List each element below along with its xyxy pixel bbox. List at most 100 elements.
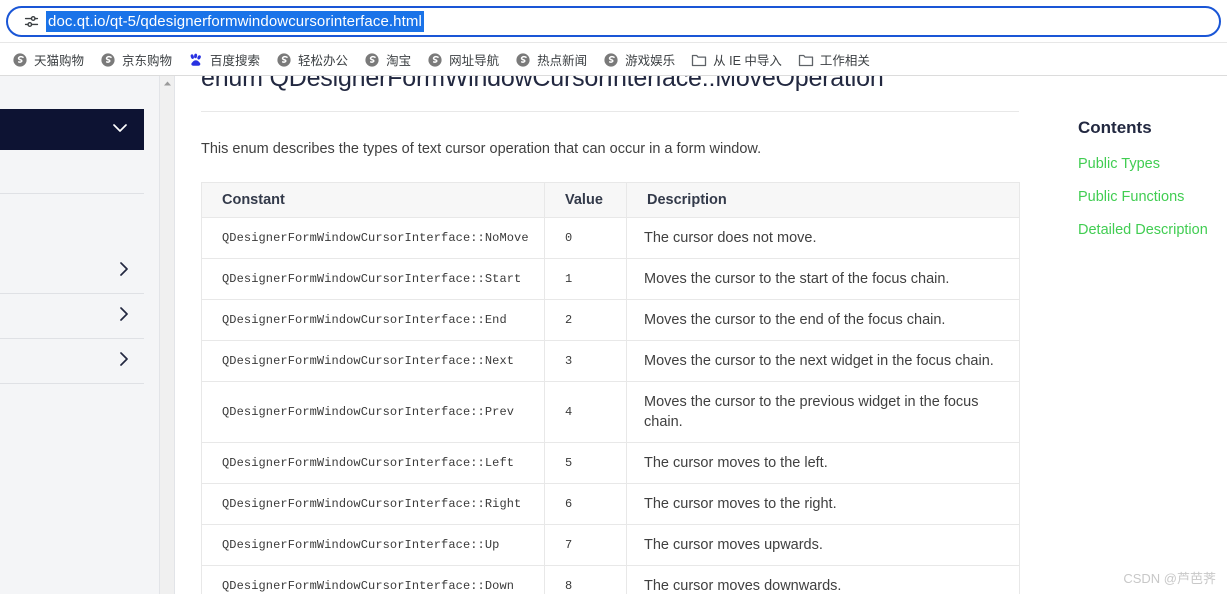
cell-description: The cursor moves to the left. — [626, 442, 1020, 484]
bookmark-item-0[interactable]: 天猫购物 — [4, 47, 92, 72]
globe-icon — [515, 52, 531, 68]
bookmark-item-9-label: 工作相关 — [819, 54, 870, 68]
cell-constant: QDesignerFormWindowCursorInterface::Up — [201, 524, 545, 566]
bookmark-item-1-label: 京东购物 — [122, 54, 173, 68]
cell-value: 6 — [544, 483, 627, 525]
cell-description: The cursor moves upwards. — [626, 524, 1020, 566]
table-row: QDesignerFormWindowCursorInterface::End 2… — [201, 299, 1020, 341]
bookmark-item-4[interactable]: 淘宝 — [356, 47, 419, 72]
bookmark-item-1[interactable]: 京东购物 — [92, 47, 180, 72]
bookmark-item-4-label: 淘宝 — [386, 54, 412, 68]
bookmark-item-2-label: 百度搜索 — [210, 54, 261, 68]
chrome-divider — [0, 42, 1227, 43]
column-header-value: Value — [544, 182, 627, 218]
cell-description: Moves the cursor to the end of the focus… — [626, 299, 1020, 341]
bookmark-item-3[interactable]: 轻松办公 — [268, 47, 356, 72]
table-row: QDesignerFormWindowCursorInterface::NoMo… — [201, 217, 1020, 259]
bookmark-item-6-label: 热点新闻 — [537, 54, 588, 68]
table-row: QDesignerFormWindowCursorInterface::Prev… — [201, 381, 1020, 443]
table-row: QDesignerFormWindowCursorInterface::Left… — [201, 442, 1020, 484]
table-row: QDesignerFormWindowCursorInterface::Up 7 T… — [201, 524, 1020, 566]
sidebar-divider — [0, 193, 144, 194]
sidebar-scrollbar[interactable] — [160, 76, 175, 594]
baidu-paw-icon — [188, 52, 204, 68]
contents-nav: Contents Public Types Public Functions Det… — [1078, 118, 1227, 255]
cell-constant: QDesignerFormWindowCursorInterface::Left — [201, 442, 545, 484]
table-row: QDesignerFormWindowCursorInterface::Next… — [201, 340, 1020, 382]
globe-icon — [100, 52, 116, 68]
contents-link-2[interactable]: Detailed Description — [1078, 222, 1227, 238]
sidebar-dropdown-selector[interactable] — [0, 109, 144, 150]
page-settings-sliders-icon[interactable] — [16, 13, 46, 30]
bookmark-item-7[interactable]: 游戏娱乐 — [595, 47, 683, 72]
bookmark-item-0-label: 天猫购物 — [34, 54, 85, 68]
sidebar-item-1[interactable]: d — [0, 294, 144, 339]
bookmark-item-2[interactable]: 百度搜索 — [180, 47, 268, 72]
cell-constant: QDesignerFormWindowCursorInterface::End — [201, 299, 545, 341]
cell-description: The cursor moves downwards. — [626, 565, 1020, 594]
chevron-right-icon — [119, 306, 130, 327]
cell-constant: QDesignerFormWindowCursorInterface::Star… — [201, 258, 545, 300]
left-nav-sidebar: d — [0, 76, 160, 594]
intro-paragraph: This enum describes the types of text cu… — [201, 141, 762, 157]
cell-value: 1 — [544, 258, 627, 300]
cell-description: The cursor does not move. — [626, 217, 1020, 259]
table-row: QDesignerFormWindowCursorInterface::Righ… — [201, 483, 1020, 525]
contents-link-1[interactable]: Public Functions — [1078, 189, 1227, 205]
bookmark-item-7-label: 游戏娱乐 — [625, 54, 676, 68]
cell-value: 7 — [544, 524, 627, 566]
bookmark-item-8[interactable]: 从 IE 中导入 — [683, 47, 790, 72]
scroll-up-arrow-icon[interactable] — [160, 76, 175, 91]
heading-divider — [201, 111, 1019, 112]
cell-description: Moves the cursor to the previous widget … — [626, 381, 1020, 443]
cell-constant: QDesignerFormWindowCursorInterface::NoMo… — [201, 217, 545, 259]
cell-constant: QDesignerFormWindowCursorInterface::Righ… — [201, 483, 545, 525]
sidebar-item-2[interactable] — [0, 339, 144, 384]
bookmark-item-5-label: 网址导航 — [449, 54, 500, 68]
sidebar-item-0[interactable] — [0, 249, 144, 294]
bookmark-item-6[interactable]: 热点新闻 — [507, 47, 595, 72]
cell-value: 2 — [544, 299, 627, 341]
globe-icon — [276, 52, 292, 68]
bookmark-item-3-label: 轻松办公 — [298, 54, 349, 68]
cell-constant: QDesignerFormWindowCursorInterface::Next — [201, 340, 545, 382]
chevron-right-icon — [119, 351, 130, 372]
column-header-constant: Constant — [201, 182, 545, 218]
globe-icon — [603, 52, 619, 68]
cell-value: 8 — [544, 565, 627, 594]
chevron-right-icon — [119, 261, 130, 282]
table-row: QDesignerFormWindowCursorInterface::Down… — [201, 565, 1020, 594]
cell-description: Moves the cursor to the start of the foc… — [626, 258, 1020, 300]
bookmark-item-8-label: 从 IE 中导入 — [713, 54, 782, 68]
enum-values-table: Constant Value Description QDesignerForm… — [201, 182, 1020, 594]
bookmark-item-5[interactable]: 网址导航 — [419, 47, 507, 72]
table-header-row: Constant Value Description — [201, 182, 1020, 218]
omnibox-row: doc.qt.io/qt-5/qdesignerformwindowcursor… — [0, 0, 1227, 42]
bookmark-item-9[interactable]: 工作相关 — [790, 47, 878, 72]
browser-chrome: doc.qt.io/qt-5/qdesignerformwindowcursor… — [0, 0, 1227, 76]
address-bar-url[interactable]: doc.qt.io/qt-5/qdesignerformwindowcursor… — [46, 11, 424, 32]
contents-link-0[interactable]: Public Types — [1078, 156, 1227, 172]
table-head: Constant Value Description — [201, 182, 1020, 218]
bookmarks-bar: 天猫购物 京东购物 百度搜索 轻松办公 淘宝 网址导航 热点新闻 游戏娱乐 从 IE 中导入 工作… — [0, 44, 1227, 75]
cell-description: The cursor moves to the right. — [626, 483, 1020, 525]
page-title: enum QDesignerFormWindowCursorInterface:… — [201, 76, 884, 92]
cell-value: 0 — [544, 217, 627, 259]
table-body: QDesignerFormWindowCursorInterface::NoMo… — [201, 217, 1020, 594]
page-viewport: d enum QDesignerFormWindowCursorInte — [0, 76, 1227, 594]
cell-constant: QDesignerFormWindowCursorInterface::Prev — [201, 381, 545, 443]
column-header-description: Description — [626, 182, 1020, 218]
globe-icon — [364, 52, 380, 68]
chevron-down-icon — [110, 121, 130, 139]
cell-constant: QDesignerFormWindowCursorInterface::Down — [201, 565, 545, 594]
cell-value: 4 — [544, 381, 627, 443]
cell-value: 3 — [544, 340, 627, 382]
globe-icon — [427, 52, 443, 68]
folder-icon — [798, 52, 814, 68]
cell-description: Moves the cursor to the next widget in t… — [626, 340, 1020, 382]
globe-icon — [12, 52, 28, 68]
documentation-content: enum QDesignerFormWindowCursorInterface:… — [176, 76, 1227, 594]
address-bar[interactable]: doc.qt.io/qt-5/qdesignerformwindowcursor… — [6, 6, 1221, 37]
folder-icon — [691, 52, 707, 68]
table-row: QDesignerFormWindowCursorInterface::Star… — [201, 258, 1020, 300]
